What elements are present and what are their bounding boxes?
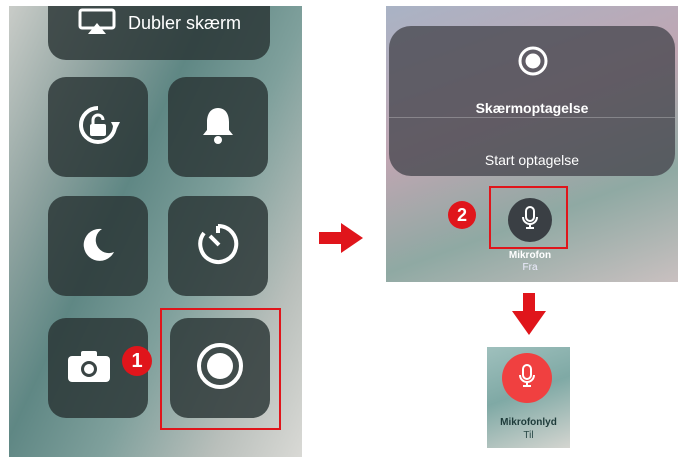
highlight-microphone-box: [489, 186, 568, 249]
highlight-recording-box: [160, 308, 281, 430]
record-icon: [517, 45, 549, 82]
do-not-disturb-tile[interactable]: [48, 196, 148, 296]
microphone-toggle-on[interactable]: [502, 353, 552, 403]
screen-recording-menu-panel: Skærmoptagelse Start optagelse 2 Mikrofo…: [386, 6, 678, 282]
microphone-state: Fra: [522, 262, 538, 273]
microphone-audio-state: Til: [523, 430, 534, 441]
timer-icon: [195, 221, 241, 272]
rotation-lock-tile[interactable]: [48, 77, 148, 177]
menu-title: Skærmoptagelse: [475, 100, 589, 116]
arrow-right-icon: [319, 223, 363, 258]
screen-mirroring-tile[interactable]: Dubler skærm: [48, 6, 270, 60]
step-badge-1: 1: [122, 346, 152, 376]
menu-divider: [389, 117, 675, 118]
screen-mirroring-icon: [78, 8, 116, 39]
microphone-title: Mikrofon: [508, 250, 552, 261]
timer-tile[interactable]: [168, 196, 268, 296]
bell-icon: [201, 105, 235, 150]
mute-tile[interactable]: [168, 77, 268, 177]
microphone-audio-title: Mikrofonlyd: [500, 417, 557, 428]
camera-icon: [66, 348, 112, 389]
start-recording-button[interactable]: Start optagelse: [389, 152, 675, 168]
screen-mirroring-label: Dubler skærm: [128, 12, 242, 33]
arrow-down-icon: [512, 293, 546, 340]
step-badge-2: 2: [448, 201, 476, 229]
rotation-lock-icon: [73, 100, 123, 155]
control-center-panel: Dubler skærm 1: [9, 6, 302, 457]
microphone-icon: [518, 363, 536, 393]
recording-menu: Skærmoptagelse Start optagelse: [389, 26, 675, 176]
moon-icon: [78, 224, 118, 269]
microphone-on-panel: Mikrofonlyd Til: [487, 347, 570, 448]
